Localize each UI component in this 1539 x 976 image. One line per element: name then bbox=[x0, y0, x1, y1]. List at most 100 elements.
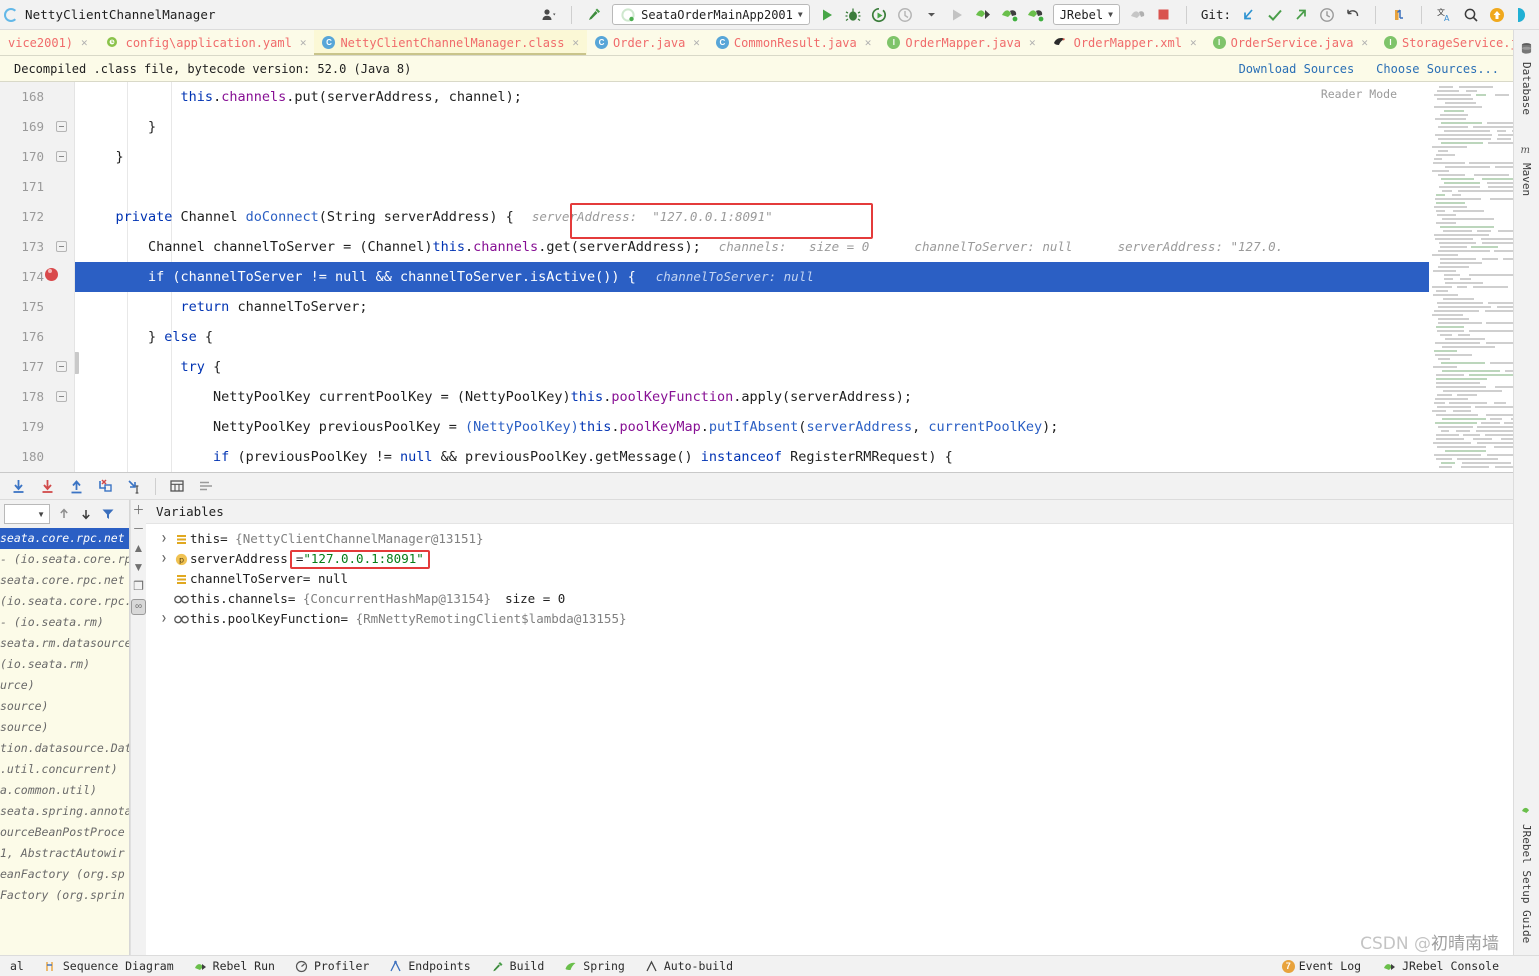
expand-chevron-icon[interactable]: ❯ bbox=[156, 529, 172, 549]
frame-up-icon[interactable] bbox=[55, 506, 72, 523]
frame-row[interactable]: (io.seata.core.rpc. bbox=[0, 591, 129, 612]
jrebel-more-icon[interactable] bbox=[1027, 6, 1044, 23]
download-sources-link[interactable]: Download Sources bbox=[1239, 62, 1355, 76]
step-out-icon[interactable] bbox=[68, 478, 85, 495]
editor-tab-6[interactable]: OrderMapper.xml ✕ bbox=[1044, 30, 1205, 55]
code-line[interactable]: } bbox=[75, 112, 1539, 142]
code-text-area[interactable]: this.channels.put(serverAddress, channel… bbox=[75, 82, 1539, 472]
rail-item-maven[interactable]: m Maven bbox=[1518, 137, 1535, 200]
profile-icon[interactable] bbox=[897, 6, 914, 23]
close-icon[interactable]: ✕ bbox=[572, 36, 579, 49]
frame-row[interactable]: Factory (org.sprin bbox=[0, 885, 129, 906]
status-item-build[interactable]: Build bbox=[489, 958, 544, 975]
force-step-into-icon[interactable] bbox=[97, 478, 114, 495]
code-line[interactable]: return channelToServer; bbox=[75, 292, 1539, 322]
frame-row[interactable]: seata.spring.annota bbox=[0, 801, 129, 822]
thread-selector[interactable]: ▼ bbox=[4, 504, 50, 524]
git-rollback-icon[interactable] bbox=[1344, 6, 1361, 23]
status-item-terminal[interactable]: al bbox=[10, 959, 24, 973]
status-item-sequence-diagram[interactable]: Sequence Diagram bbox=[42, 958, 174, 975]
frame-row[interactable]: urce) bbox=[0, 675, 129, 696]
editor-gutter[interactable]: 168 169 170 171 172 173 174 175 176 177 … bbox=[0, 82, 75, 472]
editor-tab-2[interactable]: C NettyClientChannelManager.class ✕ bbox=[314, 30, 588, 55]
close-icon[interactable]: ✕ bbox=[1361, 36, 1368, 49]
fold-marker[interactable] bbox=[56, 391, 67, 402]
remove-watch-icon[interactable]: － bbox=[132, 523, 144, 535]
frame-row[interactable]: source) bbox=[0, 696, 129, 717]
code-line-current[interactable]: if (channelToServer != null && channelTo… bbox=[75, 262, 1539, 292]
git-update-icon[interactable] bbox=[1240, 6, 1257, 23]
code-line[interactable]: private Channel doConnect(String serverA… bbox=[75, 202, 1539, 232]
close-icon[interactable]: ✕ bbox=[865, 36, 872, 49]
git-push-icon[interactable] bbox=[1292, 6, 1309, 23]
move-up-icon[interactable]: ▲ bbox=[133, 542, 145, 554]
run-with-coverage-icon[interactable] bbox=[871, 6, 888, 23]
step-into-icon[interactable] bbox=[39, 478, 56, 495]
filter-icon[interactable] bbox=[99, 506, 116, 523]
code-line[interactable] bbox=[75, 172, 1539, 202]
expand-chevron-icon[interactable]: ❯ bbox=[156, 549, 172, 569]
frame-row[interactable]: ourceBeanPostProce bbox=[0, 822, 129, 843]
frame-row[interactable]: .util.concurrent) bbox=[0, 759, 129, 780]
code-line[interactable]: this.channels.put(serverAddress, channel… bbox=[75, 82, 1539, 112]
frames-list[interactable]: seata.core.rpc.net - (io.seata.core.rp sea… bbox=[0, 528, 129, 955]
frame-row[interactable]: seata.core.rpc.net bbox=[0, 528, 129, 549]
status-item-jrebel-console[interactable]: JRebel Console bbox=[1381, 958, 1499, 975]
editor-tab-3[interactable]: C Order.java ✕ bbox=[587, 30, 708, 55]
git-commit-icon[interactable] bbox=[1266, 6, 1283, 23]
frame-row[interactable]: tion.datasource.Dat bbox=[0, 738, 129, 759]
code-line[interactable]: NettyPoolKey previousPoolKey = (NettyPoo… bbox=[75, 412, 1539, 442]
user-avatar-icon[interactable] bbox=[540, 6, 557, 23]
frame-row[interactable]: a.common.util) bbox=[0, 780, 129, 801]
code-line[interactable]: } bbox=[75, 142, 1539, 172]
fold-marker[interactable] bbox=[56, 241, 67, 252]
status-item-spring[interactable]: Spring bbox=[562, 958, 625, 975]
close-icon[interactable]: ✕ bbox=[1029, 36, 1036, 49]
watches-icon[interactable]: ∞ bbox=[130, 599, 147, 615]
rail-item-jrebel-setup-guide[interactable]: JRebel Setup Guide bbox=[1518, 798, 1535, 947]
frame-row[interactable]: seata.core.rpc.net bbox=[0, 570, 129, 591]
close-icon[interactable]: ✕ bbox=[1190, 36, 1197, 49]
git-history-icon[interactable] bbox=[1318, 6, 1335, 23]
jrebel-run-icon[interactable] bbox=[975, 6, 992, 23]
rail-item-database[interactable]: Database bbox=[1518, 36, 1535, 119]
minimap-scroll-thumb[interactable] bbox=[75, 352, 79, 374]
debug-button[interactable] bbox=[845, 6, 862, 23]
run-button[interactable] bbox=[819, 6, 836, 23]
add-watch-icon[interactable]: ＋ bbox=[132, 504, 144, 516]
fold-marker[interactable] bbox=[56, 361, 67, 372]
editor-tab-8[interactable]: I StorageService.j bbox=[1376, 30, 1526, 55]
close-icon[interactable]: ✕ bbox=[300, 36, 307, 49]
status-item-auto-build[interactable]: Auto-build bbox=[643, 958, 733, 975]
stop-button[interactable] bbox=[1155, 6, 1172, 23]
code-line[interactable]: NettyPoolKey currentPoolKey = (NettyPool… bbox=[75, 382, 1539, 412]
frame-row[interactable]: seata.rm.datasource bbox=[0, 633, 129, 654]
frame-row[interactable]: (io.seata.rm) bbox=[0, 654, 129, 675]
jrebel-debug-icon[interactable] bbox=[1001, 6, 1018, 23]
move-down-icon[interactable]: ▼ bbox=[133, 561, 145, 573]
frame-row[interactable]: 1, AbstractAutowir bbox=[0, 843, 129, 864]
run-configuration-selector[interactable]: SeataOrderMainApp2001 ▼ bbox=[612, 4, 810, 25]
close-icon[interactable]: ✕ bbox=[81, 36, 88, 49]
code-line[interactable]: } else { bbox=[75, 322, 1539, 352]
status-item-endpoints[interactable]: Endpoints bbox=[387, 958, 471, 975]
editor-tab-1[interactable]: config\application.yaml ✕ bbox=[96, 30, 315, 55]
search-icon[interactable] bbox=[1462, 6, 1479, 23]
status-item-rebel-run[interactable]: Rebel Run bbox=[192, 958, 275, 975]
code-line[interactable]: try { bbox=[75, 352, 1539, 382]
frame-row[interactable]: source) bbox=[0, 717, 129, 738]
expand-chevron-icon[interactable]: ❯ bbox=[156, 609, 172, 629]
status-item-profiler[interactable]: Profiler bbox=[293, 958, 369, 975]
editor-tab-5[interactable]: I OrderMapper.java ✕ bbox=[879, 30, 1043, 55]
code-line[interactable]: Channel channelToServer = (Channel)this.… bbox=[75, 232, 1539, 262]
frame-row[interactable]: - (io.seata.rm) bbox=[0, 612, 129, 633]
run-to-cursor-icon[interactable] bbox=[126, 478, 143, 495]
fold-marker[interactable] bbox=[56, 151, 67, 162]
copy-icon[interactable]: ❐ bbox=[133, 580, 144, 592]
bookmark-icon[interactable] bbox=[1390, 6, 1407, 23]
frame-row[interactable]: eanFactory (org.sp bbox=[0, 864, 129, 885]
variable-row[interactable]: ❯ this = {NettyClientChannelManager@13151… bbox=[146, 529, 1539, 549]
editor-tab-0[interactable]: vice2001) ✕ bbox=[0, 30, 96, 55]
update-available-icon[interactable] bbox=[1488, 6, 1505, 23]
frame-row[interactable]: - (io.seata.core.rp bbox=[0, 549, 129, 570]
